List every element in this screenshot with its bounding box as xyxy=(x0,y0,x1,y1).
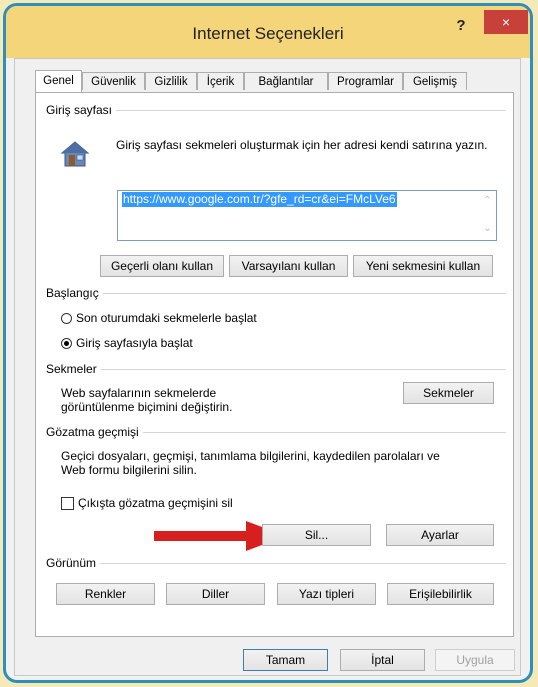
fonts-button[interactable]: Yazı tipleri xyxy=(277,583,376,605)
dialog-client-area: Genel Güvenlik Gizlilik İçerik Bağlantıl… xyxy=(14,58,521,676)
appearance-group-label: Görünüm xyxy=(46,556,101,570)
history-group-label: Gözatma geçmişi xyxy=(46,425,143,439)
colors-button[interactable]: Renkler xyxy=(56,583,155,605)
use-current-button[interactable]: Geçerli olanı kullan xyxy=(100,255,224,277)
startup-group-label: Başlangıç xyxy=(46,286,103,300)
tab-baglantilar[interactable]: Bağlantılar xyxy=(244,72,328,90)
delete-history-button[interactable]: Sil... xyxy=(262,524,371,546)
tab-guvenlik[interactable]: Güvenlik xyxy=(82,72,145,90)
close-button[interactable]: × xyxy=(484,10,528,34)
apply-button[interactable]: Uygula xyxy=(435,649,515,671)
startup-home-radio[interactable] xyxy=(61,338,72,349)
tabs-group-label: Sekmeler xyxy=(46,362,101,376)
use-new-tab-button[interactable]: Yeni sekmesini kullan xyxy=(353,255,493,277)
tab-programlar[interactable]: Programlar xyxy=(328,72,403,90)
dialog-window: Internet Seçenekleri ? × Genel Güvenlik … xyxy=(3,3,533,683)
chevron-up-icon[interactable]: ⌃ xyxy=(479,195,496,206)
tabs-description: Web sayfalarının sekmelerde görüntülenme… xyxy=(61,386,233,414)
tab-icerik[interactable]: İçerik xyxy=(197,72,244,90)
accessibility-button[interactable]: Erişilebilirlik xyxy=(387,583,494,605)
delete-on-exit-label[interactable]: Çıkışta gözatma geçmişini sil xyxy=(78,496,233,510)
history-settings-button[interactable]: Ayarlar xyxy=(386,524,494,546)
tab-gizlilik[interactable]: Gizlilik xyxy=(145,72,197,90)
group-divider xyxy=(46,563,506,564)
house-icon xyxy=(60,139,90,169)
languages-button[interactable]: Diller xyxy=(166,583,265,605)
tabs-settings-button[interactable]: Sekmeler xyxy=(403,382,494,404)
startup-home-label[interactable]: Giriş sayfasıyla başlat xyxy=(76,336,193,350)
cancel-button[interactable]: İptal xyxy=(340,649,425,671)
home-url-text: https://www.google.com.tr/?gfe_rd=cr&ei=… xyxy=(122,192,397,207)
home-group-label: Giriş sayfası xyxy=(46,103,117,117)
group-divider xyxy=(46,293,506,294)
tab-genel[interactable]: Genel xyxy=(35,70,82,92)
startup-last-radio[interactable] xyxy=(61,313,72,324)
chevron-down-icon[interactable]: ⌄ xyxy=(479,223,496,234)
help-button[interactable]: ? xyxy=(446,14,476,38)
title-bar: Internet Seçenekleri ? × xyxy=(6,6,530,58)
tab-panel-genel: Giriş sayfası Giriş sayfası sekmeleri ol… xyxy=(35,92,514,637)
startup-last-label[interactable]: Son oturumdaki sekmelerle başlat xyxy=(76,311,257,325)
ok-button[interactable]: Tamam xyxy=(243,649,328,671)
delete-on-exit-checkbox[interactable] xyxy=(61,497,74,510)
home-description: Giriş sayfası sekmeleri oluşturmak için … xyxy=(116,138,488,152)
radio-selected-dot xyxy=(64,341,69,346)
tab-gelismis[interactable]: Gelişmiş xyxy=(403,72,467,90)
home-url-textarea[interactable]: https://www.google.com.tr/?gfe_rd=cr&ei=… xyxy=(117,190,497,241)
history-description: Geçici dosyaları, geçmişi, tanımlama bil… xyxy=(61,449,440,477)
url-scrollbar[interactable]: ⌃ ⌄ xyxy=(479,191,496,240)
group-divider xyxy=(46,369,506,370)
use-default-button[interactable]: Varsayılanı kullan xyxy=(229,255,348,277)
